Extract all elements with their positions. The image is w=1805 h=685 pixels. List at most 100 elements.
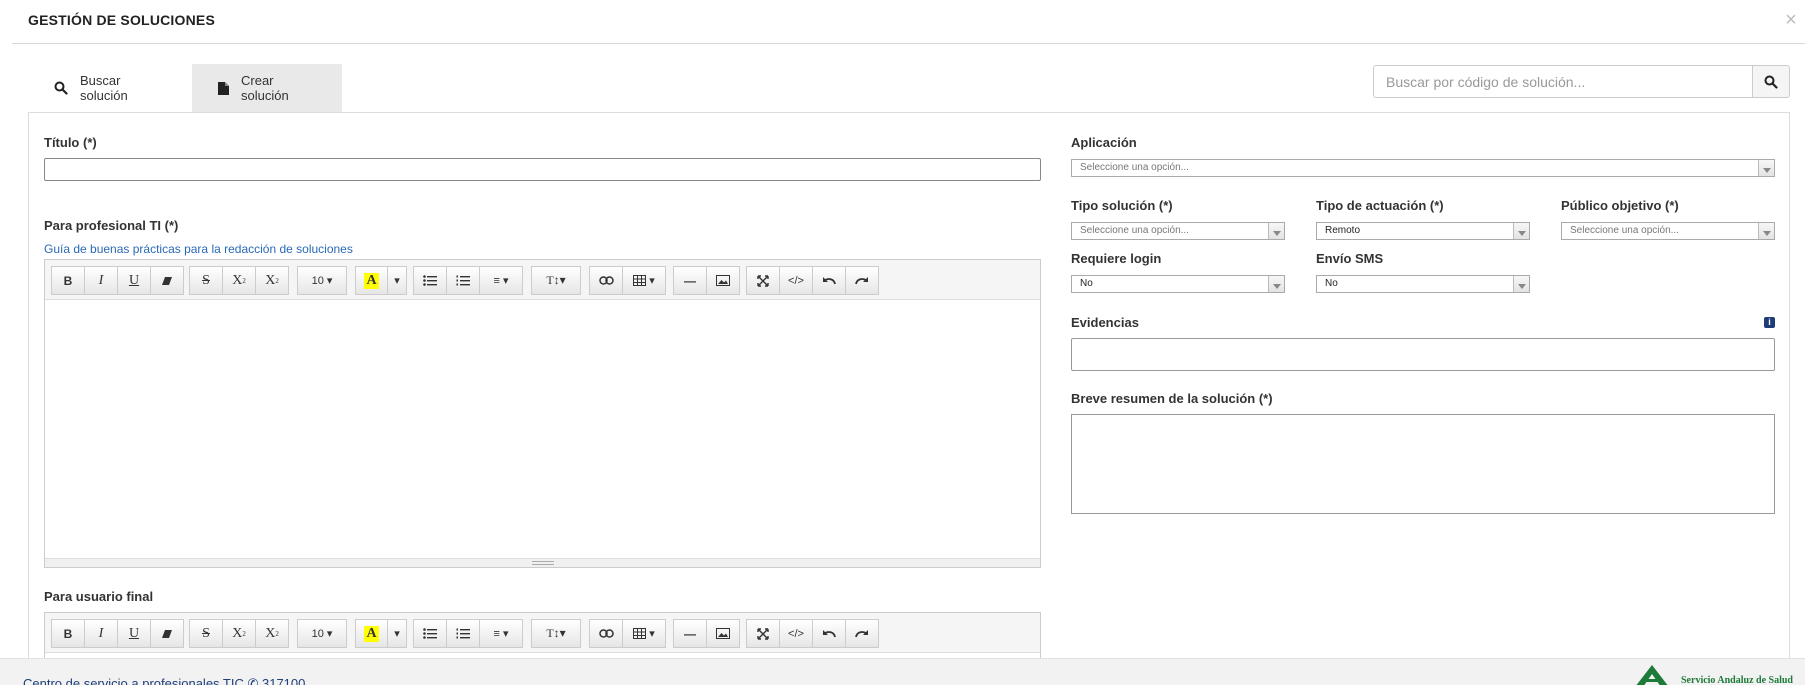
code-view-button[interactable]: </> — [779, 266, 813, 295]
align-dropdown[interactable]: ≡ ▾ — [479, 619, 523, 648]
requiere-login-select[interactable]: No — [1071, 275, 1285, 293]
resumen-textarea[interactable] — [1071, 414, 1775, 514]
undo-button[interactable] — [812, 619, 846, 648]
titulo-input[interactable] — [44, 158, 1041, 181]
highlight-button[interactable]: A — [355, 266, 388, 295]
modal-title: GESTIÓN DE SOLUCIONES — [28, 12, 215, 28]
subscript-button[interactable]: X2 — [255, 619, 289, 648]
usuario-final-label: Para usuario final — [44, 589, 154, 604]
info-icon[interactable]: i — [1764, 317, 1775, 328]
numbered-list-icon — [456, 628, 470, 639]
publico-objetivo-select[interactable]: Seleccione una opción... — [1561, 222, 1775, 240]
table-dropdown[interactable]: ▾ — [622, 266, 666, 295]
grip-icon — [531, 561, 554, 565]
table-dropdown[interactable]: ▾ — [622, 619, 666, 648]
highlight-button[interactable]: A — [355, 619, 388, 648]
horizontal-rule-button[interactable]: — — [673, 619, 707, 648]
numbered-list-button[interactable] — [446, 266, 480, 295]
redo-button[interactable] — [845, 266, 879, 295]
align-dropdown[interactable]: ≡ ▾ — [479, 266, 523, 295]
superscript-button[interactable]: X2 — [222, 619, 256, 648]
editor-profesional: B I U S X2 X2 10 ▾ A ▾ ≡ ▾ T↕▾ ▾ — </> — [44, 259, 1041, 568]
footer-contact: Centro de servicio a profesionales TIC ✆… — [23, 676, 306, 685]
requiere-login-select-value: No — [1080, 278, 1093, 289]
bold-button[interactable]: B — [51, 266, 85, 295]
text-style-dropdown[interactable]: T↕▾ — [531, 619, 581, 648]
image-button[interactable] — [706, 619, 740, 648]
code-label: </> — [788, 274, 804, 287]
strikethrough-button[interactable]: S — [189, 266, 223, 295]
superscript-button[interactable]: X2 — [222, 266, 256, 295]
underline-button[interactable]: U — [117, 266, 151, 295]
fullscreen-button[interactable] — [746, 619, 780, 648]
tab-buscar-solucion[interactable]: Buscar solución — [32, 64, 192, 112]
envio-sms-select-value: No — [1325, 278, 1338, 289]
editor-resize-handle[interactable] — [45, 558, 1040, 567]
aplicacion-select-value: Seleccione una opción... — [1080, 162, 1189, 173]
page-footer: Centro de servicio a profesionales TIC ✆… — [0, 658, 1805, 685]
code-search-button[interactable] — [1752, 65, 1790, 98]
image-icon — [716, 628, 730, 639]
bold-button[interactable]: B — [51, 619, 85, 648]
link-button[interactable] — [589, 619, 623, 648]
chevron-down-icon — [1268, 223, 1284, 239]
evidencias-input[interactable] — [1071, 338, 1775, 371]
tab-crear-solucion[interactable]: Crear solución — [192, 64, 342, 112]
editor-profesional-content[interactable] — [45, 300, 1040, 558]
chevron-down-icon — [1758, 160, 1774, 176]
highlight-label: A — [364, 272, 379, 289]
tipo-solucion-select[interactable]: Seleccione una opción... — [1071, 222, 1285, 240]
align-label: ≡ ▾ — [493, 628, 509, 640]
tipo-actuacion-select-value: Remoto — [1325, 225, 1361, 236]
font-size-dropdown[interactable]: 10 ▾ — [297, 619, 347, 648]
undo-icon — [823, 277, 836, 285]
highlight-dropdown[interactable]: ▾ — [387, 266, 407, 295]
profesional-label: Para profesional TI (*) — [44, 218, 179, 233]
sas-logo-icon — [1636, 665, 1668, 685]
font-size-value: 10 ▾ — [311, 628, 333, 640]
undo-icon — [823, 630, 836, 638]
bullet-list-button[interactable] — [413, 266, 447, 295]
eraser-button[interactable] — [150, 619, 184, 648]
highlight-label: A — [364, 625, 379, 642]
tipo-actuacion-select[interactable]: Remoto — [1316, 222, 1530, 240]
font-size-dropdown[interactable]: 10 ▾ — [297, 266, 347, 295]
superscript-label: X — [232, 272, 243, 288]
fullscreen-icon — [757, 274, 769, 287]
undo-button[interactable] — [812, 266, 846, 295]
link-button[interactable] — [589, 266, 623, 295]
strikethrough-button[interactable]: S — [189, 619, 223, 648]
tab-crear-label: Crear solución — [241, 73, 289, 103]
close-icon[interactable]: × — [1781, 10, 1801, 30]
code-view-button[interactable]: </> — [779, 619, 813, 648]
highlight-dropdown-caret: ▾ — [394, 628, 400, 640]
subscript-button[interactable]: X2 — [255, 266, 289, 295]
italic-label: I — [98, 272, 104, 288]
italic-button[interactable]: I — [84, 619, 118, 648]
tipo-solucion-label: Tipo solución (*) — [1071, 198, 1173, 213]
bullet-list-button[interactable] — [413, 619, 447, 648]
text-style-dropdown[interactable]: T↕▾ — [531, 266, 581, 295]
aplicacion-select[interactable]: Seleccione una opción... — [1071, 159, 1775, 177]
code-label: </> — [788, 627, 804, 640]
numbered-list-button[interactable] — [446, 619, 480, 648]
table-dropdown-caret: ▾ — [649, 628, 655, 640]
italic-button[interactable]: I — [84, 266, 118, 295]
horizontal-rule-button[interactable]: — — [673, 266, 707, 295]
envio-sms-select[interactable]: No — [1316, 275, 1530, 293]
tipo-actuacion-label: Tipo de actuación (*) — [1316, 198, 1444, 213]
image-button[interactable] — [706, 266, 740, 295]
envio-sms-label: Envío SMS — [1316, 251, 1384, 266]
guide-link[interactable]: Guía de buenas prácticas para la redacci… — [44, 242, 353, 256]
underline-button[interactable]: U — [117, 619, 151, 648]
redo-icon — [855, 277, 868, 285]
modal-header: GESTIÓN DE SOLUCIONES × — [12, 0, 1805, 44]
eraser-button[interactable] — [150, 266, 184, 295]
highlight-dropdown[interactable]: ▾ — [387, 619, 407, 648]
chevron-down-icon — [1268, 276, 1284, 292]
fullscreen-button[interactable] — [746, 266, 780, 295]
code-search-input[interactable] — [1373, 65, 1752, 98]
strike-label: S — [202, 272, 210, 288]
redo-button[interactable] — [845, 619, 879, 648]
editor-toolbar: B I U S X2 X2 10 ▾ A ▾ ≡ ▾ T↕▾ ▾ — </> — [45, 260, 1040, 300]
